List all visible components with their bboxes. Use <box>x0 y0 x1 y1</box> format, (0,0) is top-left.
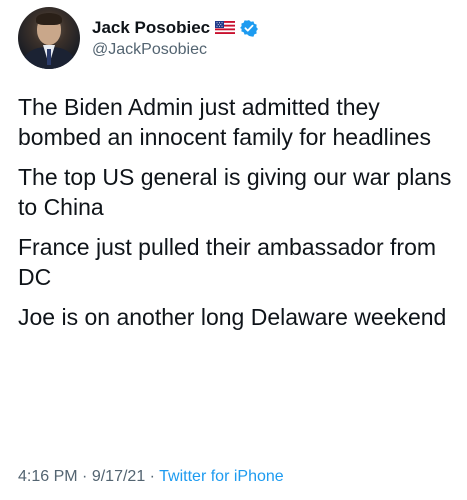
tweet-paragraph: France just pulled their ambassador from… <box>18 234 437 290</box>
author-name[interactable]: Jack Posobiec <box>92 18 210 38</box>
tweet-source-link[interactable]: Twitter for iPhone <box>159 468 284 485</box>
author-name-row: Jack Posobiec <box>92 18 259 38</box>
verified-badge-icon <box>240 19 259 37</box>
tweet-meta: 4:16 PM · 9/17/21 · Twitter for iPhone <box>18 468 284 486</box>
tweet-card: Jack Posobiec @JackPosobiec The Biden Ad… <box>0 0 467 500</box>
tweet-paragraph: The top US general is giving our war pla… <box>18 164 452 220</box>
author-handle[interactable]: @JackPosobiec <box>92 41 258 59</box>
tweet-header: Jack Posobiec @JackPosobiec <box>18 6 259 70</box>
tweet-text: The Biden Admin just admitted they bombe… <box>18 92 458 342</box>
us-flag-icon <box>215 21 236 34</box>
tweet-time[interactable]: 4:16 PM <box>18 468 78 485</box>
tweet-date[interactable]: 9/17/21 <box>92 468 145 485</box>
tweet-paragraph: The Biden Admin just admitted they bombe… <box>18 94 431 150</box>
avatar[interactable] <box>18 7 80 69</box>
meta-separator: · <box>82 468 88 485</box>
meta-separator: · <box>149 468 155 485</box>
author-info: Jack Posobiec @JackPosobiec <box>92 18 259 59</box>
tweet-paragraph: Joe is on another long Delaware weekend <box>18 304 447 330</box>
